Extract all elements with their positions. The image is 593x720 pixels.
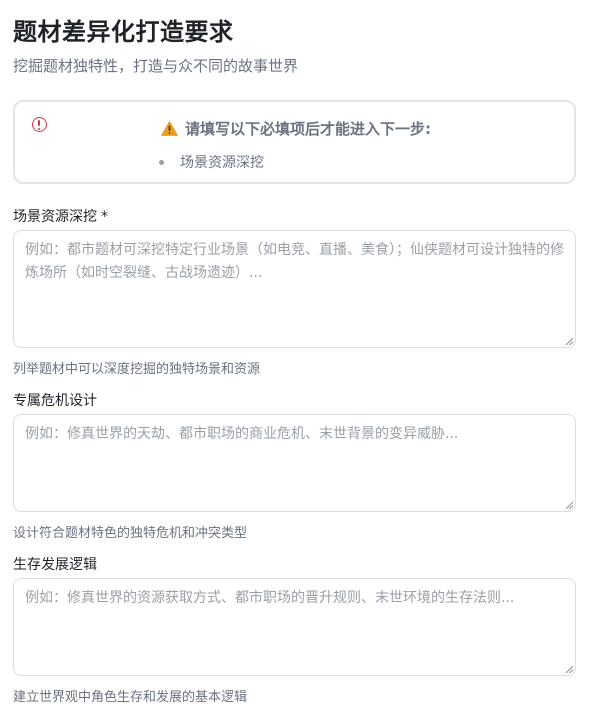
- alert-heading: 请填写以下必填项后才能进入下一步:: [161, 118, 431, 139]
- scene-resources-help: 列举题材中可以深度挖掘的独特场景和资源: [13, 362, 261, 377]
- warning-triangle-icon: [161, 121, 178, 136]
- required-mark: *: [101, 209, 108, 225]
- scene-resources-label: 场景资源深挖 *: [13, 206, 108, 226]
- page-subtitle: 挖掘题材独特性，打造与众不同的故事世界: [13, 57, 299, 75]
- error-circle-icon: [32, 117, 47, 132]
- list-bullet: [159, 159, 164, 165]
- survival-logic-label: 生存发展逻辑: [13, 557, 97, 573]
- survival-logic-help: 建立世界观中角色生存和发展的基本逻辑: [13, 690, 248, 705]
- resize-handle-icon[interactable]: [565, 337, 574, 346]
- crisis-design-textarea[interactable]: [13, 414, 576, 512]
- resize-handle-icon[interactable]: [565, 501, 574, 510]
- crisis-design-label: 专属危机设计: [13, 393, 97, 409]
- crisis-design-help: 设计符合题材特色的独特危机和冲突类型: [13, 526, 248, 541]
- validation-alert: 请填写以下必填项后才能进入下一步: 场景资源深挖: [13, 100, 576, 184]
- survival-logic-textarea[interactable]: [13, 578, 576, 676]
- page-title: 题材差异化打造要求: [13, 18, 234, 46]
- alert-list: 场景资源深挖: [159, 152, 264, 172]
- alert-list-item: 场景资源深挖: [180, 155, 264, 171]
- resize-handle-icon[interactable]: [565, 665, 574, 674]
- alert-title: 请填写以下必填项后才能进入下一步:: [185, 120, 432, 138]
- scene-resources-textarea[interactable]: [13, 230, 576, 348]
- scene-resources-label-text: 场景资源深挖: [13, 209, 97, 225]
